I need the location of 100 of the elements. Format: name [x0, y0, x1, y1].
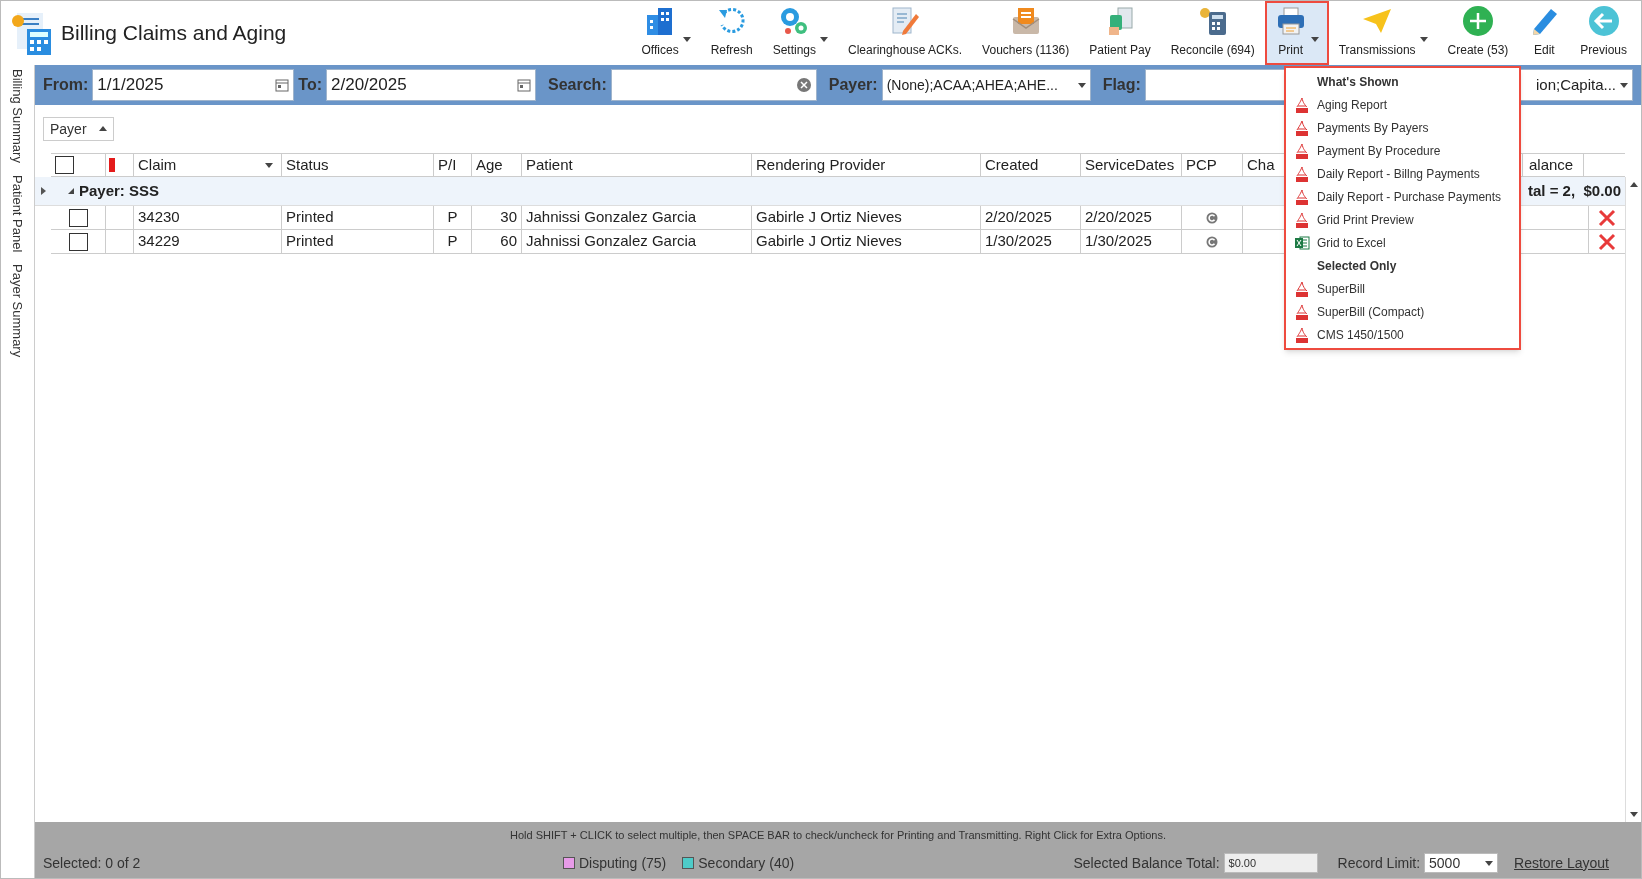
row-checkbox[interactable] — [68, 208, 88, 227]
table-cell-text: P — [447, 231, 458, 252]
hint-text: Hold SHIFT + CLICK to select multiple, then SPACE BAR to check/uncheck for Printing and Transmitting. Right Click for Extra Options. — [510, 827, 1166, 843]
table-cell-text: Printed — [286, 207, 334, 228]
toolbar-button[interactable]: Previous — [1570, 1, 1637, 65]
payer-label: Payer: — [828, 75, 878, 95]
side-tab[interactable]: Payer Summary — [7, 264, 28, 358]
table-cell-text: 2/20/2025 — [1085, 207, 1152, 228]
side-tab[interactable]: Patient Panel — [7, 174, 28, 253]
legend-label: Secondary — [698, 853, 766, 873]
table-cell-text: 1/30/2025 — [1085, 231, 1152, 252]
toolbar-button[interactable]: Patient Pay — [1079, 1, 1161, 65]
sort-ascending-icon — [98, 125, 107, 133]
flag-column-icon — [109, 158, 115, 172]
toolbar-button[interactable]: Vouchers (1136) — [972, 1, 1080, 65]
table-cell-text: 1/30/2025 — [985, 231, 1052, 252]
toolbar-button[interactable]: Refresh — [700, 1, 763, 65]
table-cell-text: 34229 — [138, 231, 180, 252]
to-date-field[interactable]: 2/20/2025 — [326, 69, 536, 101]
column-header[interactable]: Age — [472, 154, 522, 176]
column-header[interactable]: Created — [981, 154, 1081, 176]
pdf-file-icon — [1294, 211, 1309, 228]
toolbar-button[interactable]: Create (53) — [1437, 1, 1519, 65]
caret-icon — [820, 35, 829, 43]
table-cell-text: 2/20/2025 — [985, 207, 1052, 228]
menu-item[interactable]: Daily Report - Billng Payments — [1286, 162, 1519, 185]
column-header[interactable]: P/I — [434, 154, 472, 176]
toolbar-button[interactable]: Transmissions — [1328, 1, 1438, 65]
from-date-field[interactable]: 1/1/2025 — [92, 69, 295, 101]
delete-icon[interactable] — [1597, 231, 1617, 252]
pdf-file-icon — [1294, 188, 1309, 205]
select-all-checkbox[interactable] — [55, 156, 74, 174]
scrollbar[interactable] — [1625, 177, 1641, 822]
menu-item[interactable]: Payments By Payers — [1286, 116, 1519, 139]
restore-layout-link[interactable]: Restore Layout — [1514, 852, 1609, 874]
menu-item[interactable]: Aging Report — [1286, 93, 1519, 116]
pdf-file-icon — [1294, 303, 1309, 320]
toolbar-button[interactable]: Reconcile (694) — [1160, 1, 1265, 65]
menu-item[interactable]: CMS 1450/1500 — [1286, 323, 1519, 346]
column-header[interactable]: PCP — [1182, 154, 1243, 176]
menu-item[interactable]: SuperBill — [1286, 277, 1519, 300]
table-cell-text: Gabirle J Ortiz Nieves — [756, 207, 902, 228]
caret-icon — [1620, 81, 1628, 89]
caret-icon — [1419, 35, 1428, 43]
column-header[interactable]: Patient — [522, 154, 752, 176]
record-limit-label: Record Limit: — [1337, 853, 1421, 873]
menu-item[interactable]: Payment By Procedure — [1286, 139, 1519, 162]
group-by-chip[interactable]: Payer — [43, 117, 114, 141]
table-cell-text: 34230 — [138, 207, 180, 228]
expand-arrow-icon — [39, 187, 47, 195]
record-limit-dropdown[interactable]: 5000 — [1424, 853, 1499, 873]
side-tab[interactable]: Billing Summary — [7, 69, 28, 163]
excel-file-icon — [1293, 234, 1310, 251]
group-label: Payer: SSS — [79, 180, 160, 201]
flag-label: Flag: — [1102, 75, 1141, 95]
caret-icon — [682, 35, 691, 43]
table-cell-text: Jahnissi Gonzalez Garcia — [526, 207, 697, 228]
row-checkbox[interactable] — [68, 232, 88, 251]
group-summary: tal = 2, $0.00 — [1528, 180, 1621, 201]
column-header[interactable]: Status — [282, 154, 434, 176]
column-header[interactable]: ServiceDates — [1081, 154, 1182, 176]
toolbar-button[interactable]: Print — [1264, 1, 1329, 65]
payer-dropdown[interactable]: (None);ACAA;AHEA;AHE... — [881, 69, 1091, 101]
pdf-file-icon — [1294, 165, 1309, 182]
caret-icon — [1310, 35, 1319, 43]
clear-icon — [795, 77, 812, 93]
menu-item[interactable]: SuperBill (Compact) — [1286, 300, 1519, 323]
legend-count: (75) — [641, 853, 667, 873]
column-header[interactable]: Rendering Provider — [752, 154, 981, 176]
balance-field[interactable]: $0.00 — [1223, 853, 1318, 873]
caret-icon — [1485, 859, 1494, 867]
circle-c-icon — [1206, 211, 1218, 224]
pdf-file-icon — [1294, 326, 1309, 343]
legend-count: (40) — [769, 853, 795, 873]
circle-c-icon — [1206, 235, 1218, 248]
menu-item[interactable]: Grid to Excel — [1286, 231, 1519, 254]
plus-circle-icon — [1461, 5, 1494, 37]
scroll-down-icon[interactable] — [1629, 810, 1638, 818]
pdf-file-icon — [1294, 96, 1309, 113]
column-header[interactable]: Claim — [134, 154, 282, 176]
dropdown-value[interactable]: ion;Capita... — [1535, 73, 1616, 97]
table-cell-text: 60 — [500, 231, 517, 252]
pdf-file-icon — [1294, 280, 1309, 297]
selected-count: Selected: 0 of 2 — [43, 853, 142, 873]
calendar-icon — [517, 78, 531, 92]
search-field[interactable] — [610, 69, 817, 101]
delete-icon[interactable] — [1597, 207, 1617, 228]
menu-item[interactable]: Daily Report - Purchase Payments — [1286, 185, 1519, 208]
toolbar-button[interactable]: Settings — [762, 1, 839, 65]
toolbar-button[interactable]: Clearinghouse ACKs. — [838, 1, 973, 65]
from-label: From: — [43, 75, 89, 95]
toolbar-button[interactable]: Offices — [631, 1, 701, 65]
caret-icon — [1077, 81, 1086, 89]
menu-item[interactable]: Grid Print Preview — [1286, 208, 1519, 231]
toolbar-button[interactable]: Edit — [1518, 1, 1571, 65]
scroll-up-icon[interactable] — [1629, 181, 1638, 189]
table-cell-text: Printed — [286, 231, 334, 252]
column-header[interactable]: alance — [1523, 154, 1584, 176]
balance-label: Selected Balance Total: — [1073, 853, 1220, 873]
window-title: Billing Claims and Aging — [61, 20, 287, 47]
